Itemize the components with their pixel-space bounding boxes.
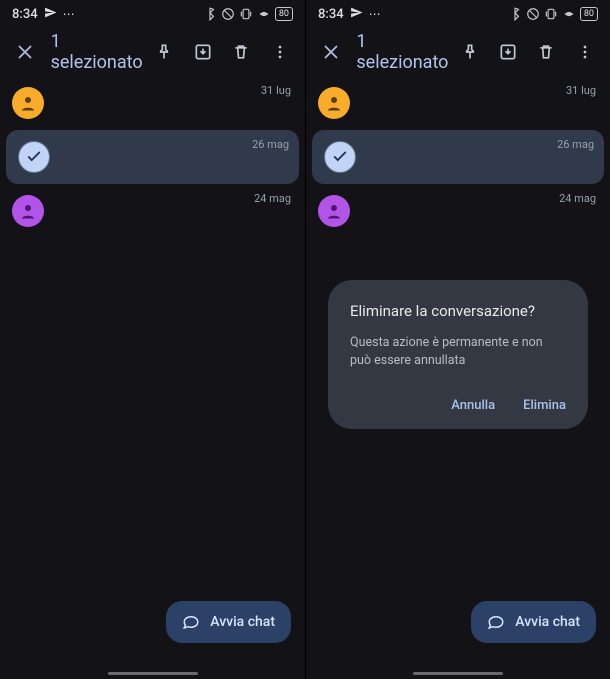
selection-action-bar: 1 selezionato: [0, 28, 305, 76]
fab-label: Avvia chat: [515, 614, 580, 630]
start-chat-fab[interactable]: Avvia chat: [166, 601, 291, 643]
dialog-title: Eliminare la conversazione?: [350, 302, 566, 320]
selected-check-icon: [324, 141, 356, 173]
telegram-icon: [350, 6, 363, 22]
more-status-icon: ⋯: [63, 7, 76, 21]
dialog-confirm-button[interactable]: Elimina: [523, 398, 566, 413]
battery-indicator: 80: [580, 7, 598, 21]
nav-handle[interactable]: [108, 672, 198, 675]
nav-handle[interactable]: [413, 672, 503, 675]
delete-button[interactable]: [224, 34, 259, 70]
more-status-icon: ⋯: [369, 7, 382, 21]
delete-dialog: Eliminare la conversazione? Questa azion…: [328, 280, 588, 429]
chat-icon: [182, 613, 200, 631]
screen-left: 8:34 ⋯ 80 1 selezionato: [0, 0, 305, 679]
chat-icon: [487, 613, 505, 631]
archive-button[interactable]: [185, 34, 220, 70]
status-icons-right: 80: [203, 7, 293, 21]
overflow-button[interactable]: [568, 34, 602, 70]
screen-right: 8:34 ⋯ 80 1 selezionato: [305, 0, 610, 679]
selection-count: 1 selezionato: [352, 31, 448, 73]
vibrate-icon: [544, 7, 558, 21]
conversation-item[interactable]: 31 lug: [306, 76, 610, 130]
conversation-item[interactable]: 24 mag: [306, 184, 610, 238]
avatar: [12, 195, 44, 227]
close-selection-button[interactable]: [8, 34, 43, 70]
selection-count: 1 selezionato: [47, 31, 143, 73]
conversation-item-selected[interactable]: 26 mag: [312, 130, 604, 184]
selected-check-icon: [18, 141, 50, 173]
conversation-date: 31 lug: [261, 84, 291, 97]
selection-action-bar: 1 selezionato: [306, 28, 610, 76]
conversation-date: 31 lug: [566, 84, 596, 97]
status-bar: 8:34 ⋯ 80: [0, 0, 305, 28]
pin-button[interactable]: [452, 34, 486, 70]
conversation-date: 26 mag: [557, 138, 594, 151]
bluetooth-icon: [508, 7, 522, 21]
delete-button[interactable]: [529, 34, 563, 70]
wifi-icon: [562, 7, 576, 21]
telegram-icon: [44, 6, 57, 22]
conversation-date: 24 mag: [559, 192, 596, 205]
conversation-item[interactable]: 24 mag: [0, 184, 305, 238]
clock: 8:34: [12, 7, 38, 22]
conversation-item[interactable]: 31 lug: [0, 76, 305, 130]
overflow-button[interactable]: [262, 34, 297, 70]
close-selection-button[interactable]: [314, 34, 348, 70]
conversation-date: 24 mag: [254, 192, 291, 205]
dialog-body: Questa azione è permanente e non può ess…: [350, 334, 566, 370]
status-icons-right: 80: [508, 7, 598, 21]
start-chat-fab[interactable]: Avvia chat: [471, 601, 596, 643]
conversation-list: 31 lug 26 mag 24 mag: [0, 76, 305, 679]
pin-button[interactable]: [147, 34, 182, 70]
avatar: [318, 87, 350, 119]
conversation-date: 26 mag: [252, 138, 289, 151]
bluetooth-icon: [203, 7, 217, 21]
dialog-cancel-button[interactable]: Annulla: [451, 398, 495, 413]
battery-indicator: 80: [275, 7, 293, 21]
clock: 8:34: [318, 7, 344, 22]
status-bar: 8:34 ⋯ 80: [306, 0, 610, 28]
archive-button[interactable]: [491, 34, 525, 70]
conversation-item-selected[interactable]: 26 mag: [6, 130, 299, 184]
avatar: [12, 87, 44, 119]
dnd-icon: [221, 7, 235, 21]
wifi-icon: [257, 7, 271, 21]
vibrate-icon: [239, 7, 253, 21]
avatar: [318, 195, 350, 227]
fab-label: Avvia chat: [210, 614, 275, 630]
dnd-icon: [526, 7, 540, 21]
